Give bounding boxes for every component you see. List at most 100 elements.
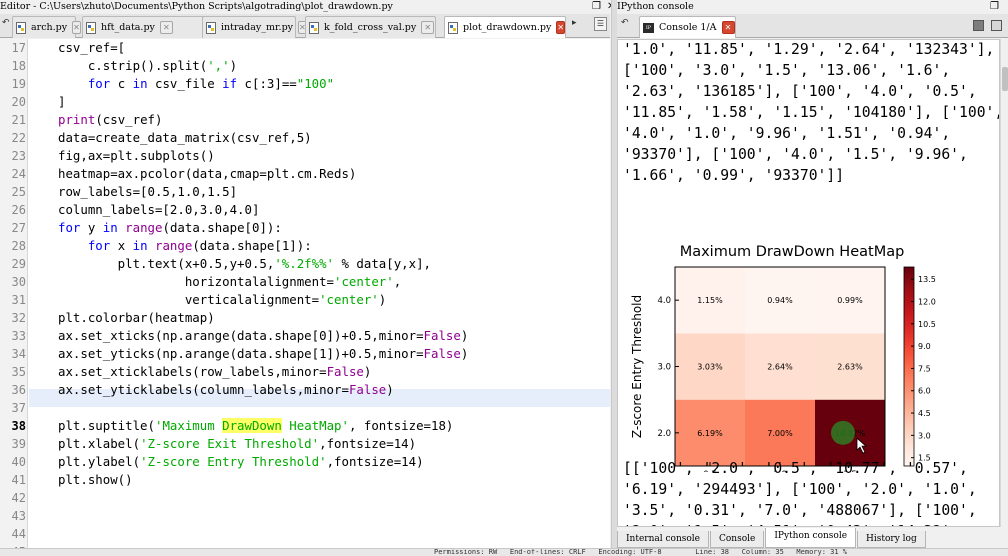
code-line: for c in csv_file if c[:3]=="100" bbox=[87, 76, 335, 91]
code-line: plt.suptitle('Maximum DrawDown HeatMap',… bbox=[58, 418, 454, 433]
python-file-icon bbox=[448, 21, 459, 34]
console-pane-buttons: ❐ bbox=[990, 0, 999, 13]
y-tick-label: 2.0 bbox=[657, 429, 671, 439]
y-axis-label: Z-score Entry Threshold bbox=[630, 295, 644, 438]
line-number: 18 bbox=[11, 59, 26, 73]
code-line: c.strip().split(',') bbox=[58, 58, 238, 73]
console-scrollbar[interactable] bbox=[1000, 39, 1008, 527]
code-line: column_labels=[2.0,3.0,4.0] bbox=[58, 202, 260, 217]
editor-tab[interactable]: hft_data.py ✕ bbox=[82, 16, 218, 38]
cell-label: 2.64% bbox=[767, 363, 793, 372]
console-tab-bar: ↶ IP Console 1/A ✕ bbox=[617, 14, 1008, 38]
cell-label: 7.00% bbox=[767, 429, 793, 438]
line-number: 41 bbox=[11, 473, 26, 487]
colorbar-tick-label: 6.0 bbox=[918, 387, 931, 396]
line-number: 23 bbox=[11, 149, 26, 163]
close-tab-icon[interactable]: ✕ bbox=[721, 21, 735, 34]
tab-scroll-left-icon[interactable]: ↶ bbox=[2, 18, 10, 28]
spyder-ide-window: Editor - C:\Users\zhuto\Documents\Python… bbox=[0, 0, 1008, 556]
status-bar: Permissions: RW End-of-lines: CRLF Encod… bbox=[0, 548, 1008, 556]
tab-console-1a[interactable]: IP Console 1/A ✕ bbox=[639, 16, 736, 38]
tab-label: hft_data.py bbox=[101, 22, 155, 33]
editor-pane: Editor - C:\Users\zhuto\Documents\Python… bbox=[0, 0, 615, 556]
editor-tab[interactable]: plot_drawdown.py ✕ bbox=[444, 16, 566, 38]
line-number: 17 bbox=[11, 41, 26, 55]
code-line: verticalalignment='center') bbox=[58, 292, 387, 307]
stop-icon[interactable] bbox=[973, 20, 984, 31]
console-output-line: '3.5', '0.31', '7.0', '488067'], ['100', bbox=[623, 502, 977, 519]
close-tab-icon[interactable]: ✕ bbox=[72, 21, 81, 34]
editor-tab[interactable]: intraday_mr.py ✕ bbox=[202, 16, 307, 38]
tab-label: Console 1/A bbox=[659, 22, 717, 33]
cell-label: 6.19% bbox=[697, 429, 723, 438]
options-menu-icon[interactable]: ☰ bbox=[594, 17, 607, 31]
python-file-icon bbox=[309, 21, 320, 34]
code-line: plt.show() bbox=[58, 472, 133, 487]
colorbar bbox=[903, 266, 915, 467]
line-number: 28 bbox=[11, 239, 26, 253]
cell-label: 2.63% bbox=[837, 363, 863, 372]
console-tab-menu-icon[interactable]: ↶ bbox=[621, 18, 629, 28]
bottom-tab[interactable]: Console bbox=[710, 531, 765, 548]
console-toolbar bbox=[973, 20, 1002, 31]
code-line: ax.set_yticklabels(column_labels,minor=F… bbox=[58, 382, 394, 397]
code-editor[interactable]: 17 18 19 20 21 22 23 24 25 26 27 28 29 30 31 32 33 34 35 36… bbox=[0, 39, 610, 556]
tab-label: arch.py bbox=[31, 22, 68, 33]
colorbar-tick-label: 3.0 bbox=[918, 431, 931, 440]
console-output-line: '4.0', '1.0', '9.96', '1.51', '0.94', bbox=[623, 125, 951, 142]
tab-label: intraday_mr.py bbox=[221, 22, 294, 33]
line-number: 34 bbox=[11, 347, 26, 361]
code-line: ax.set_xticklabels(row_labels,minor=Fals… bbox=[58, 364, 372, 379]
console-output-line: '93370'], ['100', '4.0', '1.5', '9.96', bbox=[623, 146, 968, 163]
code-line: csv_ref=[ bbox=[58, 40, 126, 55]
cell-label: 3.03% bbox=[697, 363, 723, 372]
mouse-highlight-circle bbox=[831, 420, 855, 445]
colorbar-tick-label: 9.0 bbox=[918, 342, 931, 351]
line-number: 33 bbox=[11, 329, 26, 343]
line-number: 20 bbox=[11, 95, 26, 109]
status-text: Permissions: RW End-of-lines: CRLF Encod… bbox=[434, 548, 848, 556]
tab-label: plot_drawdown.py bbox=[463, 22, 552, 33]
line-number: 30 bbox=[11, 275, 26, 289]
ipython-icon: IP bbox=[643, 22, 654, 33]
colorbar-tick-label: 4.5 bbox=[918, 409, 931, 418]
bottom-tab[interactable]: History log bbox=[857, 531, 926, 548]
options-menu-icon[interactable] bbox=[991, 20, 1002, 31]
code-line: for x in range(data.shape[1]): bbox=[87, 238, 312, 253]
line-number: 29 bbox=[11, 257, 26, 271]
line-number: 44 bbox=[11, 527, 26, 541]
tab-scroll-right-icon[interactable]: ▸ bbox=[572, 18, 577, 28]
close-tab-icon[interactable]: ✕ bbox=[556, 21, 566, 34]
python-file-icon bbox=[86, 21, 97, 34]
line-number: 40 bbox=[11, 455, 26, 469]
code-line: print(csv_ref) bbox=[58, 112, 163, 127]
line-number: 32 bbox=[11, 311, 26, 325]
editor-title: Editor - C:\Users\zhuto\Documents\Python… bbox=[0, 1, 393, 12]
code-line: plt.text(x+0.5,y+0.5,'%.2f%%' % data[y,x… bbox=[58, 256, 432, 271]
editor-tab[interactable]: arch.py ✕ bbox=[12, 16, 81, 38]
console-output[interactable]: '1.0', '11.85', '1.29', '2.64', '132343'… bbox=[617, 39, 1000, 527]
heatmap-figure: Maximum DrawDown HeatMap 6.19%7.00%14.32… bbox=[622, 200, 997, 472]
bottom-tab[interactable]: IPython console bbox=[765, 528, 857, 548]
scrollbar-thumb[interactable] bbox=[1002, 67, 1008, 91]
editor-tab[interactable]: k_fold_cross_val.py ✕ bbox=[305, 16, 436, 38]
y-tick-label: 4.0 bbox=[657, 296, 671, 306]
undock-icon[interactable]: ❐ bbox=[592, 0, 601, 13]
line-number: 31 bbox=[11, 293, 26, 307]
line-number: 43 bbox=[11, 509, 26, 523]
undock-icon[interactable]: ❐ bbox=[990, 0, 999, 13]
line-number: 19 bbox=[11, 77, 26, 91]
console-pane-title: IPython console bbox=[617, 1, 694, 12]
bottom-tab[interactable]: Internal console bbox=[617, 531, 709, 548]
code-line: horizontalalignment='center', bbox=[58, 274, 402, 289]
line-number-gutter: 17 18 19 20 21 22 23 24 25 26 27 28 29 30 31 32 33 34 35 36… bbox=[0, 39, 28, 556]
line-number: 24 bbox=[11, 167, 26, 181]
tab-label: k_fold_cross_val.py bbox=[324, 22, 417, 33]
code-line: ] bbox=[58, 94, 66, 109]
line-number: 25 bbox=[11, 185, 26, 199]
y-tick-label: 3.0 bbox=[657, 363, 671, 373]
console-output-line: '1.0', '11.85', '1.29', '2.64', '132343'… bbox=[623, 41, 995, 58]
close-tab-icon[interactable]: ✕ bbox=[421, 21, 435, 34]
code-line: plt.colorbar(heatmap) bbox=[58, 310, 215, 325]
close-tab-icon[interactable]: ✕ bbox=[159, 21, 173, 34]
